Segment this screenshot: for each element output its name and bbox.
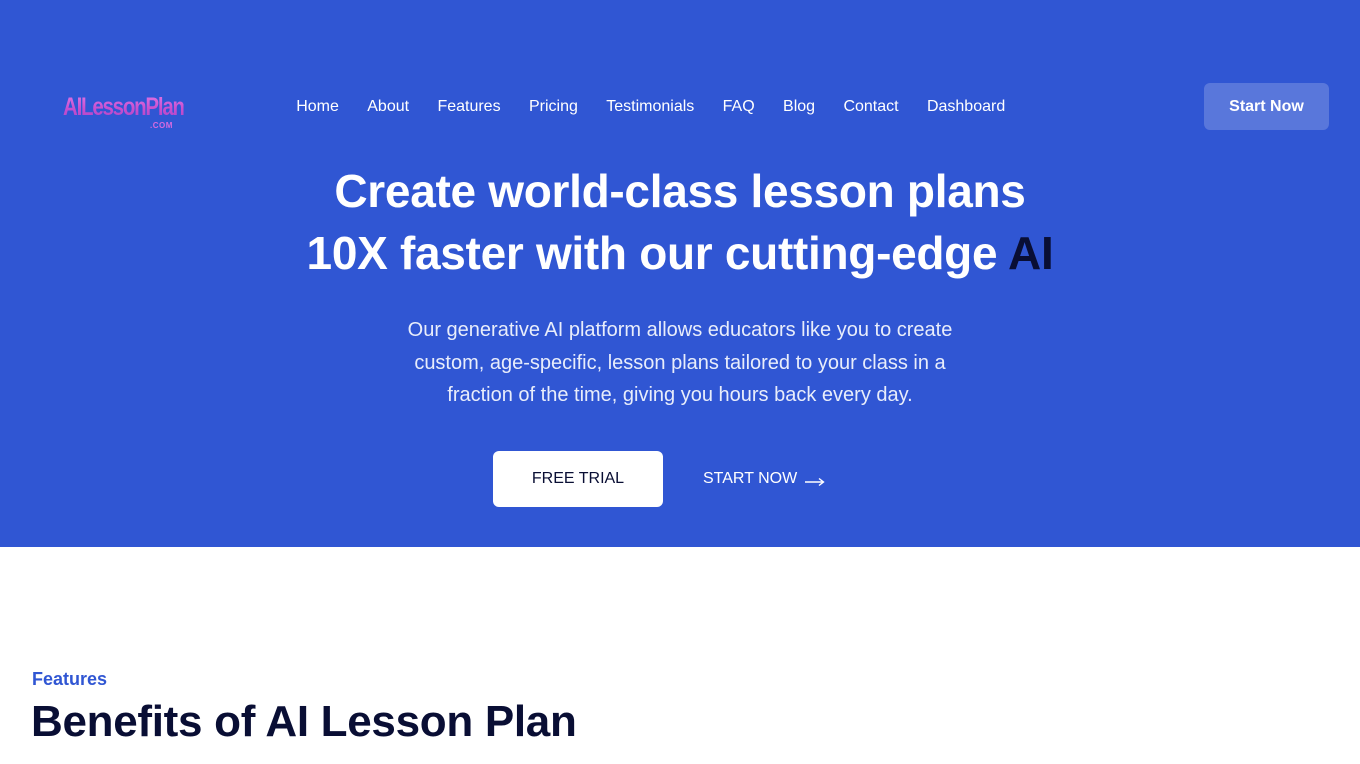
nav-item-dashboard[interactable]: Dashboard <box>913 95 1020 119</box>
nav-item-faq[interactable]: FAQ <box>708 95 768 119</box>
hero-section: AILessonPlan .COM Home About Features Pr… <box>0 0 1360 547</box>
header-start-now-button[interactable]: Start Now <box>1204 83 1329 130</box>
site-logo[interactable]: AILessonPlan .COM <box>63 92 185 134</box>
hero-title-accent: AI <box>1008 227 1054 279</box>
arrow-right-icon <box>805 474 825 487</box>
nav-item-features[interactable]: Features <box>423 95 515 119</box>
free-trial-button[interactable]: FREE TRIAL <box>493 451 663 507</box>
hero-description: Our generative AI platform allows educat… <box>407 319 953 406</box>
features-section-title: Benefits of AI Lesson Plan <box>31 697 577 746</box>
nav-item-testimonials[interactable]: Testimonials <box>592 95 708 119</box>
hero-title-line2: 10X faster with our cutting-edge <box>306 227 998 279</box>
logo-text: AILessonPlan <box>63 93 185 121</box>
nav-item-pricing[interactable]: Pricing <box>515 95 592 119</box>
start-now-link[interactable]: START NOW <box>703 465 825 493</box>
main-nav: Home About Features Pricing Testimonials… <box>282 95 1019 119</box>
nav-item-home[interactable]: Home <box>282 95 353 119</box>
nav-item-about[interactable]: About <box>353 95 423 119</box>
hero-title: Create world-class lesson plans 10X fast… <box>0 160 1360 284</box>
logo-suffix: .COM <box>150 121 173 130</box>
hero-title-line1: Create world-class lesson plans <box>334 165 1026 217</box>
nav-item-blog[interactable]: Blog <box>769 95 829 119</box>
nav-item-contact[interactable]: Contact <box>829 95 913 119</box>
features-section-label: Features <box>32 669 108 689</box>
start-now-label: START NOW <box>703 470 798 487</box>
